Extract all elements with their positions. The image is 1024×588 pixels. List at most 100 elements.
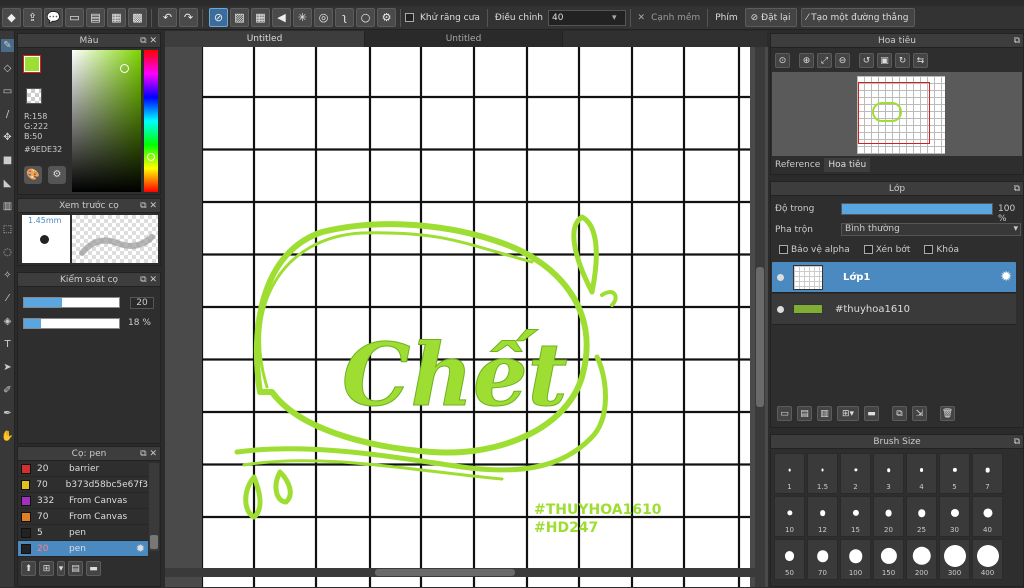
hatch-icon[interactable]: ▨ — [230, 8, 249, 27]
circle-select-icon[interactable]: ◌ — [1, 246, 14, 259]
curve-icon[interactable]: ʅ — [335, 8, 354, 27]
blend-select[interactable]: Bình thường ▾ — [841, 223, 1021, 236]
brush-size-cell[interactable]: 300 — [939, 539, 970, 580]
zoom-out-icon[interactable]: ⊖ — [835, 53, 850, 68]
brush-size-cell[interactable]: 70 — [807, 539, 838, 580]
new-layer-document-icon[interactable]: ▥ — [817, 406, 832, 421]
rectangle-tool-icon[interactable]: ■ — [1, 154, 14, 167]
tab-navigator[interactable]: Hoa tiêu — [824, 158, 871, 172]
brush-size-value[interactable]: 20 — [130, 297, 154, 309]
move-tool-icon[interactable]: ✥ — [1, 131, 14, 144]
navigator-preview[interactable] — [772, 72, 1022, 156]
picker-tool-icon[interactable]: ✒ — [1, 407, 14, 420]
lock-checkbox[interactable] — [924, 245, 934, 254]
close-icon[interactable]: ✕ — [638, 13, 646, 23]
panel-controls-icon[interactable]: ⧉ — [1014, 435, 1020, 449]
text-tool-icon[interactable]: T — [1, 338, 14, 351]
forbidden-icon[interactable]: ⊘ — [209, 8, 228, 27]
magic-wand-icon[interactable]: ✧ — [1, 269, 14, 282]
tab-untitled-2[interactable]: Untitled — [365, 31, 563, 47]
chevron-down-icon[interactable]: ▾ — [57, 561, 65, 576]
add-layer-icon[interactable]: ⊞▾ — [837, 406, 859, 421]
brush-size-cell[interactable]: 1 — [774, 453, 805, 494]
hue-slider[interactable] — [144, 50, 158, 192]
lasso-tool-icon[interactable]: ⬚ — [1, 223, 14, 236]
brush-size-cell[interactable]: 400 — [972, 539, 1003, 580]
upload-icon[interactable]: ⬆ — [21, 561, 36, 576]
canvas-horizontal-scrollbar[interactable] — [165, 568, 755, 577]
panel-controls-icon[interactable]: ⧉ ✕ — [140, 447, 157, 461]
tab-reference[interactable]: Reference — [771, 158, 824, 172]
share-icon[interactable]: ⇪ — [23, 8, 42, 27]
drawing-canvas[interactable]: Chết #THUYHOA1610 #HD247 — [202, 47, 750, 587]
tab-untitled-1[interactable]: Untitled — [165, 31, 365, 47]
new-layer-copy-icon[interactable]: ▤ — [797, 406, 812, 421]
brush-size-cell[interactable]: 4 — [906, 453, 937, 494]
ring-icon[interactable]: ○ — [356, 8, 375, 27]
brush-size-cell[interactable]: 12 — [807, 496, 838, 537]
layer-row-thuyhoa[interactable]: #thuyhoa1610 — [772, 294, 1016, 325]
canvas-vertical-scrollbar[interactable] — [755, 47, 765, 587]
blur-tool-icon[interactable]: ◈ — [1, 315, 14, 328]
message-icon[interactable]: ▭ — [65, 8, 84, 27]
brush-size-cell[interactable]: 25 — [906, 496, 937, 537]
brush-size-cell[interactable]: 15 — [840, 496, 871, 537]
brush-size-cell[interactable]: 50 — [774, 539, 805, 580]
pen-tool-icon[interactable]: ✎ — [1, 39, 14, 52]
concentric-icon[interactable]: ◎ — [314, 8, 333, 27]
transparent-swatch[interactable] — [26, 88, 42, 104]
brush-opacity-slider[interactable] — [23, 318, 120, 329]
merge-layer-icon[interactable]: ⇲ — [912, 406, 927, 421]
brush-size-cell[interactable]: 200 — [906, 539, 937, 580]
undo-icon[interactable]: ↶ — [158, 8, 177, 27]
brush-list-item[interactable]: 70 b373d58bc5e67f3 — [18, 477, 148, 493]
palette-settings-icon[interactable]: ⚙ — [48, 166, 66, 184]
smudge-tool-icon[interactable]: ✐ — [1, 384, 14, 397]
brush-size-cell[interactable]: 7 — [972, 453, 1003, 494]
fit-icon[interactable]: ⤢ — [817, 53, 832, 68]
protect-alpha-option[interactable]: Bảo vệ alpha — [779, 245, 850, 255]
duplicate-layer-icon[interactable]: ⧉ — [892, 406, 907, 421]
clipping-checkbox[interactable] — [863, 245, 873, 254]
gear-icon[interactable]: ✹ — [1000, 269, 1012, 285]
layer-opacity-slider[interactable] — [841, 203, 993, 215]
panel-controls-icon[interactable]: ⧉ — [1014, 182, 1020, 196]
brush-size-slider[interactable] — [23, 297, 120, 308]
brush-size-cell[interactable]: 20 — [873, 496, 904, 537]
brush-size-cell[interactable]: 150 — [873, 539, 904, 580]
brush-list-item[interactable]: 70 From Canvas — [18, 509, 148, 525]
mosaic-icon[interactable]: ▩ — [128, 8, 147, 27]
scroll-thumb[interactable] — [756, 267, 764, 407]
brush-size-cell[interactable]: 2 — [840, 453, 871, 494]
clipping-option[interactable]: Xén bớt — [863, 245, 910, 255]
comment-icon[interactable]: 💬 — [44, 8, 63, 27]
document-icon[interactable]: ▤ — [86, 8, 105, 27]
scroll-thumb[interactable] — [150, 535, 158, 549]
rotate-left-icon[interactable]: ↺ — [859, 53, 874, 68]
gear-icon[interactable]: ✹ — [136, 542, 145, 555]
new-layer-icon[interactable]: ▭ — [777, 406, 792, 421]
brush-size-cell[interactable]: 3 — [873, 453, 904, 494]
eraser-tool-icon[interactable]: ◇ — [1, 62, 14, 75]
perspective-icon[interactable]: ◀ — [272, 8, 291, 27]
hand-tool-icon[interactable]: ✋ — [1, 430, 14, 443]
brush-size-cell[interactable]: 5 — [939, 453, 970, 494]
brush-size-cell[interactable]: 1.5 — [807, 453, 838, 494]
grid-icon[interactable]: ▦ — [251, 8, 270, 27]
gradient-tool-icon[interactable]: ▥ — [1, 200, 14, 213]
actual-size-icon[interactable]: ▣ — [877, 53, 892, 68]
brush-list-item[interactable]: 5 pen — [18, 525, 148, 541]
brush-size-cell[interactable]: 10 — [774, 496, 805, 537]
brush-tool-icon[interactable]: / — [1, 108, 14, 121]
redo-icon[interactable]: ↷ — [179, 8, 198, 27]
saturation-value-picker[interactable] — [72, 50, 141, 192]
select-tool-icon[interactable]: ▭ — [1, 85, 14, 98]
visibility-icon[interactable] — [777, 273, 784, 281]
zoom-in-icon[interactable]: ⊕ — [799, 53, 814, 68]
brush-list-scrollbar[interactable] — [149, 463, 159, 551]
folder-icon[interactable]: ▬ — [864, 406, 879, 421]
brush-list-item[interactable]: 332 From Canvas — [18, 493, 148, 509]
fill-tool-icon[interactable]: ◣ — [1, 177, 14, 190]
panel-controls-icon[interactable]: ⧉ ✕ — [140, 34, 157, 48]
palette-icon[interactable]: 🎨 — [24, 166, 42, 184]
